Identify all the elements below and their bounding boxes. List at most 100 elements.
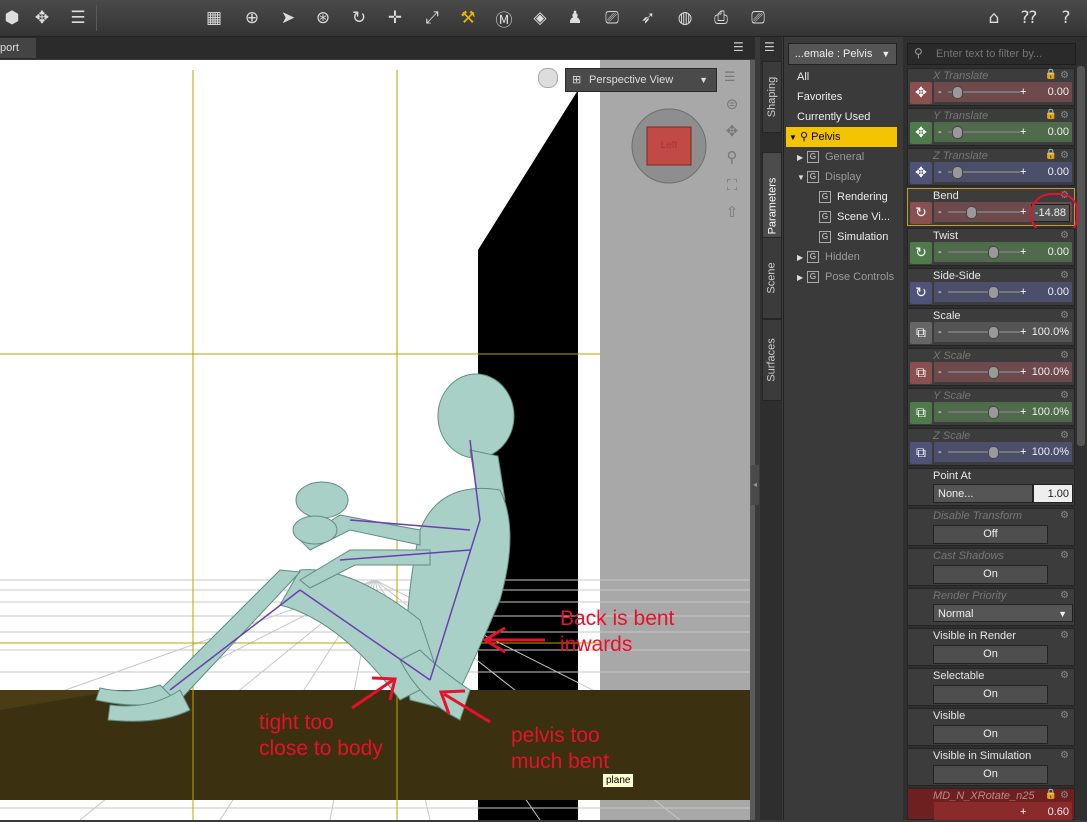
viewport-menu-icon[interactable]: ☰	[733, 40, 744, 54]
param-value[interactable]: 0.00	[1048, 82, 1069, 102]
filter-input[interactable]	[934, 45, 1074, 63]
tree-item-pose-controls[interactable]: ▶ G Pose Controls	[797, 267, 894, 287]
param-value[interactable]: 0.00	[1048, 242, 1069, 262]
rotate-tool-icon[interactable]: ↻	[347, 6, 371, 30]
filter-box[interactable]: ⚲	[907, 43, 1076, 65]
gear-icon[interactable]: ⚙	[1060, 270, 1071, 281]
viewport-tab[interactable]: port	[0, 38, 36, 58]
z-scale-slider[interactable]: - +100.0%	[934, 442, 1072, 462]
tree-item-pelvis[interactable]: ▼ ⚲ Pelvis	[786, 127, 897, 147]
gear-icon[interactable]: ⚙	[1060, 150, 1071, 161]
y-scale-slider[interactable]: - +100.0%	[934, 402, 1072, 422]
reset-view-icon[interactable]: ⇧	[721, 203, 743, 223]
visible-in-simulation-toggle[interactable]: On	[933, 765, 1048, 784]
viewport-3d[interactable]: Left Back is bent inwards tight too clos…	[0, 60, 750, 820]
param-value[interactable]: 0.00	[1048, 282, 1069, 302]
gear-icon[interactable]: ⚙	[1060, 510, 1071, 521]
lock-icon[interactable]: 🔒	[1045, 109, 1057, 120]
gear-icon[interactable]: ⚙	[1060, 750, 1071, 761]
increment-icon[interactable]: +	[1020, 322, 1026, 342]
slider-knob[interactable]	[988, 326, 999, 339]
increment-icon[interactable]: +	[1020, 122, 1026, 142]
viewport-options-icon[interactable]: ☰	[724, 70, 742, 86]
increment-icon[interactable]: +	[1020, 802, 1026, 822]
tree-item-rendering[interactable]: G Rendering	[819, 187, 888, 207]
frame-icon[interactable]: ⛶	[721, 176, 743, 196]
tree-item-scene-visibility[interactable]: G Scene Vi...	[819, 207, 890, 227]
tab-surfaces[interactable]: Surfaces	[762, 319, 782, 401]
tree-item-all[interactable]: All	[797, 67, 809, 87]
tree-item-display[interactable]: ▼ G Display	[797, 167, 861, 187]
twist-slider[interactable]: - +0.00	[934, 242, 1072, 262]
decrement-icon[interactable]: -	[938, 242, 942, 262]
home-icon[interactable]: ⌂	[982, 6, 1006, 30]
gear-icon[interactable]: ⚙	[1060, 790, 1071, 801]
tab-scene[interactable]: Scene	[762, 237, 782, 319]
tab-shaping[interactable]: Shaping	[762, 61, 782, 133]
gear-icon[interactable]: ⚙	[1060, 710, 1071, 721]
gear-icon[interactable]: ⚙	[1060, 70, 1071, 81]
camera-selector[interactable]: ⊞ Perspective View ▼	[565, 68, 717, 92]
align-tool-icon[interactable]: ☰	[66, 6, 90, 30]
slider-knob[interactable]	[952, 166, 963, 179]
decrement-icon[interactable]: -	[938, 322, 942, 342]
scale-slider[interactable]: - +100.0%	[934, 322, 1072, 342]
param-value[interactable]: 100.0%	[1032, 322, 1069, 342]
x-translate-slider[interactable]: - +0.00	[934, 82, 1072, 102]
params-scrollbar[interactable]	[1077, 66, 1085, 446]
render-settings-icon[interactable]: ◍	[673, 6, 697, 30]
nav-cube-label[interactable]: Left	[648, 140, 690, 151]
gear-icon[interactable]: ⚙	[1060, 590, 1071, 601]
gear-icon[interactable]: ⚙	[1060, 550, 1071, 561]
tree-item-general[interactable]: ▶ G General	[797, 147, 864, 167]
splitter-handle[interactable]: ◂	[751, 465, 759, 505]
camera-add-icon[interactable]: ⎚	[600, 6, 624, 30]
decrement-icon[interactable]: -	[938, 162, 942, 182]
param-value[interactable]: 0.60	[1048, 802, 1069, 822]
gear-icon[interactable]: ⚙	[1060, 630, 1071, 641]
joint-editor-icon[interactable]: ⚒	[456, 6, 480, 30]
render-camera-icon[interactable]: ⎚	[746, 6, 770, 30]
zoom-icon[interactable]: ⚲	[721, 148, 743, 168]
viewport-light-icon[interactable]	[538, 68, 558, 88]
render-priority-select[interactable]: Normal ▼	[933, 604, 1073, 622]
gear-icon[interactable]: ⚙	[1060, 350, 1071, 361]
md-n-xrotate-slider[interactable]: +0.60	[934, 802, 1072, 820]
param-value[interactable]: 100.0%	[1032, 442, 1069, 462]
param-value[interactable]: 0.00	[1048, 162, 1069, 182]
increment-icon[interactable]: +	[1020, 82, 1026, 102]
gear-icon[interactable]: ⚙	[1060, 390, 1071, 401]
slider-knob[interactable]	[966, 206, 977, 219]
figure-tool-icon[interactable]: ♟	[563, 6, 587, 30]
cast-shadows-toggle[interactable]: On	[933, 565, 1048, 584]
param-value[interactable]: 100.0%	[1032, 362, 1069, 382]
decrement-icon[interactable]: -	[938, 122, 942, 142]
node-select-tool-icon[interactable]: ⬢	[0, 6, 24, 30]
pointer-tool-icon[interactable]: ➤	[276, 6, 300, 30]
y-translate-slider[interactable]: - +0.00	[934, 122, 1072, 142]
increment-icon[interactable]: +	[1020, 402, 1026, 422]
tree-item-hidden[interactable]: ▶ G Hidden	[797, 247, 860, 267]
universal-tool-icon[interactable]: ⊕	[240, 6, 264, 30]
lock-icon[interactable]: 🔒	[1045, 789, 1057, 800]
side-side-slider[interactable]: - +0.00	[934, 282, 1072, 302]
increment-icon[interactable]: +	[1020, 362, 1026, 382]
panel-splitter[interactable]	[750, 60, 755, 820]
increment-icon[interactable]: +	[1020, 282, 1026, 302]
point-at-node-button[interactable]: None...	[933, 484, 1033, 503]
lock-icon[interactable]: 🔒	[1045, 69, 1057, 80]
help-icon[interactable]: ?	[1054, 6, 1078, 30]
spot-render-icon[interactable]: ➶	[636, 6, 660, 30]
slider-knob[interactable]	[952, 126, 963, 139]
tree-item-favorites[interactable]: Favorites	[797, 87, 842, 107]
param-value[interactable]: 0.00	[1048, 122, 1069, 142]
tree-item-simulation[interactable]: G Simulation	[819, 227, 888, 247]
z-translate-slider[interactable]: - +0.00	[934, 162, 1072, 182]
increment-icon[interactable]: +	[1020, 202, 1026, 222]
help-context-icon[interactable]: ⁇	[1017, 6, 1041, 30]
decrement-icon[interactable]: -	[938, 402, 942, 422]
gear-icon[interactable]: ⚙	[1060, 670, 1071, 681]
decrement-icon[interactable]: -	[938, 362, 942, 382]
x-scale-slider[interactable]: - +100.0%	[934, 362, 1072, 382]
point-at-amount[interactable]: 1.00	[1033, 484, 1073, 503]
